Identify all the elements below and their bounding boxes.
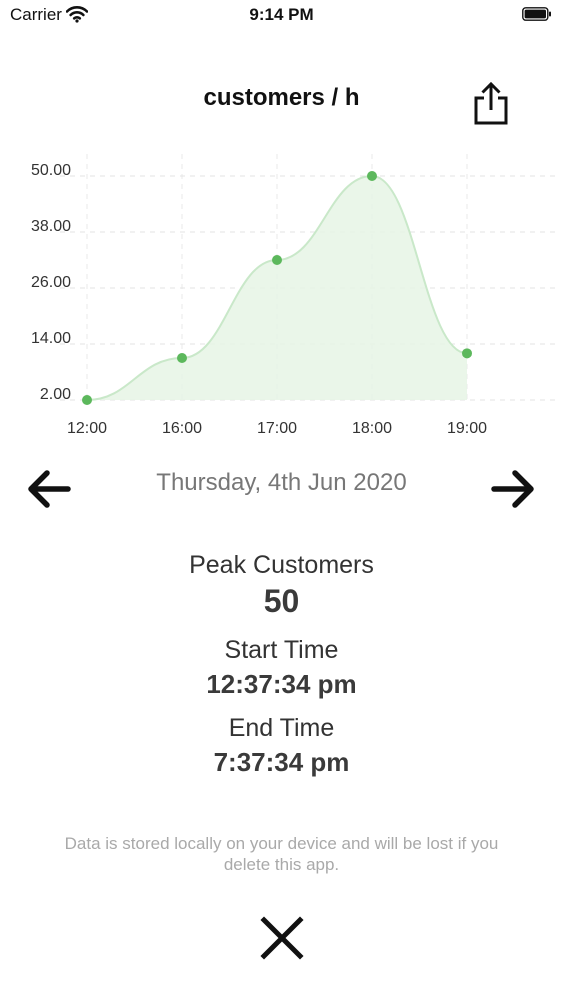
next-day-button[interactable]	[488, 468, 538, 510]
chart-data-point	[272, 255, 282, 265]
chart-x-axis: 12:00 16:00 17:00 18:00 19:00	[67, 420, 487, 437]
start-time-value: 12:37:34 pm	[206, 669, 357, 699]
x-tick-label: 17:00	[257, 420, 297, 437]
storage-disclaimer: Data is stored locally on your device an…	[64, 834, 499, 874]
y-tick-label: 38.00	[31, 218, 71, 235]
y-tick-label: 50.00	[31, 162, 71, 179]
arrow-right-icon	[491, 470, 534, 508]
status-bar: Carrier 9:14 PM	[0, 0, 563, 30]
peak-customers-value: 50	[263, 583, 300, 619]
x-tick-label: 18:00	[352, 420, 392, 437]
end-time-value: 7:37:34 pm	[213, 747, 350, 777]
close-button[interactable]	[258, 914, 306, 962]
chart-data-point	[82, 395, 92, 405]
chart-data-point	[367, 171, 377, 181]
close-icon	[260, 916, 304, 960]
share-icon	[474, 81, 508, 125]
customers-chart: 50.00 38.00 26.00 14.00 2.00 12:00 16:00 17:00…	[31, 154, 560, 437]
x-tick-label: 16:00	[162, 420, 202, 437]
battery-icon	[522, 7, 551, 21]
x-tick-label: 19:00	[447, 420, 487, 437]
y-tick-label: 26.00	[31, 274, 71, 291]
start-time-label: Start Time	[224, 636, 339, 664]
y-tick-label: 14.00	[31, 330, 71, 347]
status-time: 9:14 PM	[249, 5, 314, 24]
date-label: Thursday, 4th Jun 2020	[156, 469, 407, 496]
chart-data-point	[177, 353, 187, 363]
chart-data-point	[462, 348, 472, 359]
share-button[interactable]	[470, 80, 512, 126]
end-time-label: End Time	[228, 714, 335, 742]
x-tick-label: 12:00	[67, 420, 107, 437]
peak-customers-label: Peak Customers	[189, 551, 374, 579]
chart-y-axis: 50.00 38.00 26.00 14.00 2.00	[31, 162, 71, 403]
y-tick-label: 2.00	[40, 386, 71, 403]
